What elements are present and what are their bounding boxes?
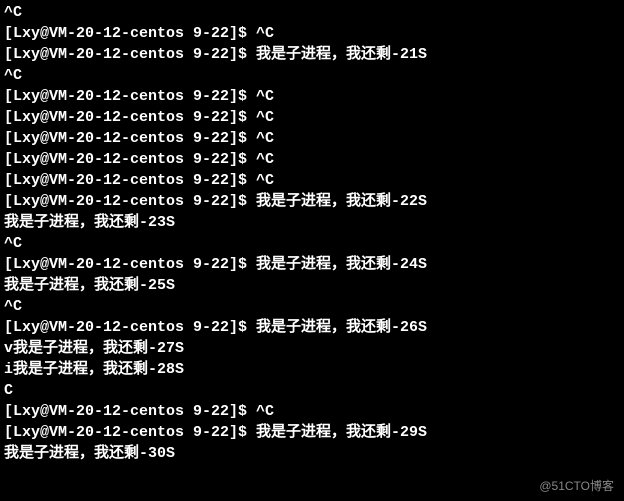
terminal-output: ^C[Lxy@VM-20-12-centos 9-22]$ ^C[Lxy@VM-… [4, 2, 620, 464]
terminal-line: C [4, 380, 620, 401]
terminal-line: [Lxy@VM-20-12-centos 9-22]$ 我是子进程，我还剩-21… [4, 44, 620, 65]
terminal-line: [Lxy@VM-20-12-centos 9-22]$ ^C [4, 128, 620, 149]
terminal-line: [Lxy@VM-20-12-centos 9-22]$ 我是子进程，我还剩-26… [4, 317, 620, 338]
terminal-line: [Lxy@VM-20-12-centos 9-22]$ ^C [4, 149, 620, 170]
terminal-line: ^C [4, 65, 620, 86]
terminal-line: 我是子进程，我还剩-25S [4, 275, 620, 296]
watermark: @51CTO博客 [539, 478, 614, 495]
terminal-line: [Lxy@VM-20-12-centos 9-22]$ ^C [4, 107, 620, 128]
terminal-line: 我是子进程，我还剩-23S [4, 212, 620, 233]
terminal-line: ^C [4, 296, 620, 317]
terminal-line: [Lxy@VM-20-12-centos 9-22]$ 我是子进程，我还剩-24… [4, 254, 620, 275]
terminal-line: 我是子进程，我还剩-30S [4, 443, 620, 464]
terminal-line: [Lxy@VM-20-12-centos 9-22]$ 我是子进程，我还剩-29… [4, 422, 620, 443]
terminal-line: [Lxy@VM-20-12-centos 9-22]$ ^C [4, 401, 620, 422]
terminal-line: [Lxy@VM-20-12-centos 9-22]$ 我是子进程，我还剩-22… [4, 191, 620, 212]
terminal-line: [Lxy@VM-20-12-centos 9-22]$ ^C [4, 23, 620, 44]
terminal-line: ^C [4, 233, 620, 254]
terminal-line: [Lxy@VM-20-12-centos 9-22]$ ^C [4, 86, 620, 107]
terminal-line: [Lxy@VM-20-12-centos 9-22]$ ^C [4, 170, 620, 191]
terminal-line: v我是子进程，我还剩-27S [4, 338, 620, 359]
terminal-line: i我是子进程，我还剩-28S [4, 359, 620, 380]
terminal-line: ^C [4, 2, 620, 23]
